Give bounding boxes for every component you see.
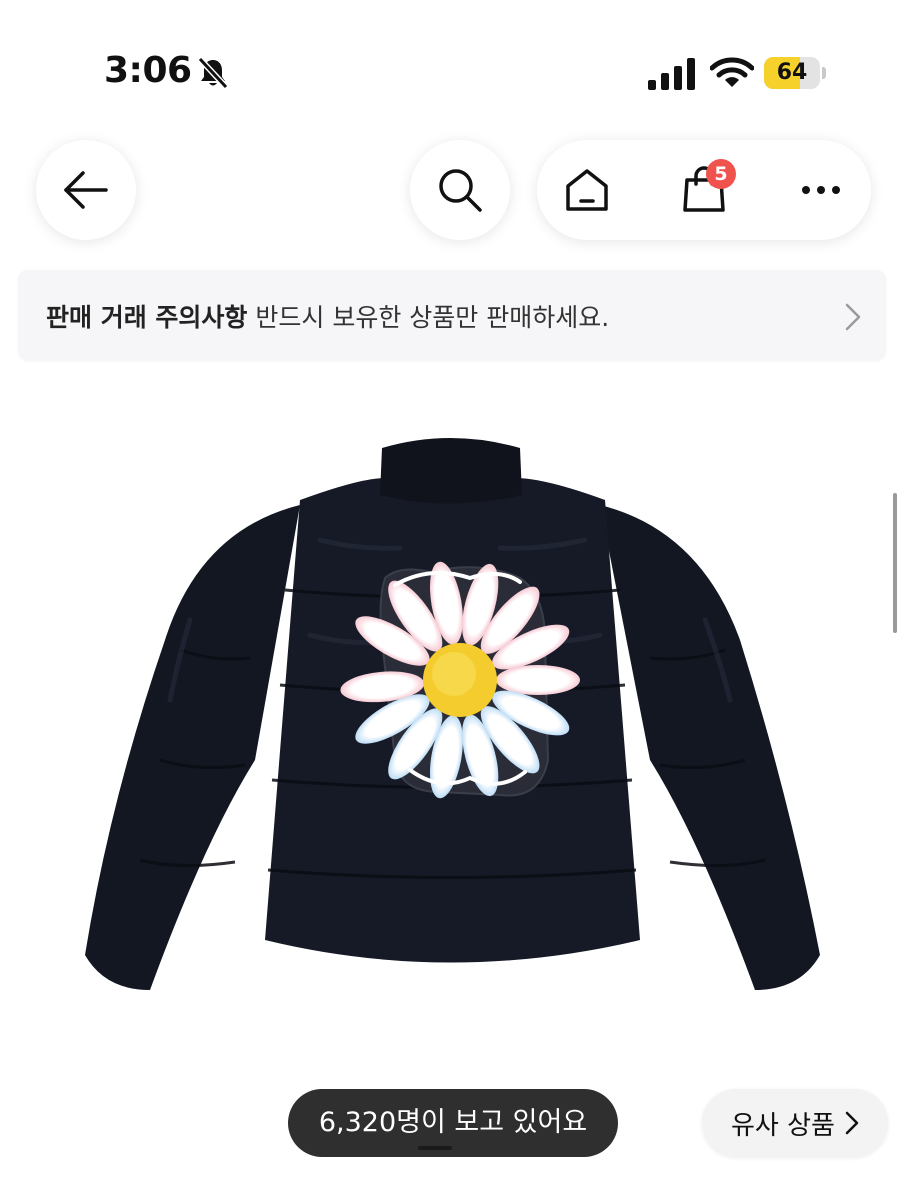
cellular-signal-icon [648,58,696,94]
wifi-icon [709,56,755,94]
home-button[interactable] [539,140,635,240]
sales-notice-banner[interactable]: 판매 거래 주의사항 반드시 보유한 상품만 판매하세요. [18,270,886,360]
drag-handle[interactable] [418,1146,452,1150]
battery-icon: 64 [764,57,826,91]
chevron-right-icon [845,303,861,331]
status-bar: 3:06 64 [0,0,907,120]
back-arrow-icon [64,171,108,209]
more-button[interactable] [773,140,869,240]
puffer-jacket-illustration [85,438,820,990]
similar-products-label: 유사 상품 [731,1110,835,1141]
similar-products-button[interactable]: 유사 상품 [702,1089,888,1157]
nav-actions-group: 5 [537,140,871,240]
chevron-right-icon [845,1111,859,1135]
more-icon [802,186,840,194]
notice-text: 판매 거래 주의사항 반드시 보유한 상품만 판매하세요. [46,298,609,334]
notice-message: 반드시 보유한 상품만 판매하세요. [255,303,610,332]
search-icon [439,169,482,212]
back-button[interactable] [36,140,136,240]
home-icon [566,169,608,211]
bell-off-icon [196,56,230,94]
status-time: 3:06 [104,50,192,91]
viewers-count-pill: 6,320명이 보고 있어요 [288,1089,618,1157]
cart-button[interactable]: 5 [656,140,752,240]
notice-title: 판매 거래 주의사항 [46,303,248,332]
scroll-indicator[interactable] [893,493,897,633]
product-image[interactable] [0,400,907,1040]
battery-level: 64 [776,60,808,85]
search-button[interactable] [410,140,510,240]
cart-count-badge: 5 [706,159,736,189]
